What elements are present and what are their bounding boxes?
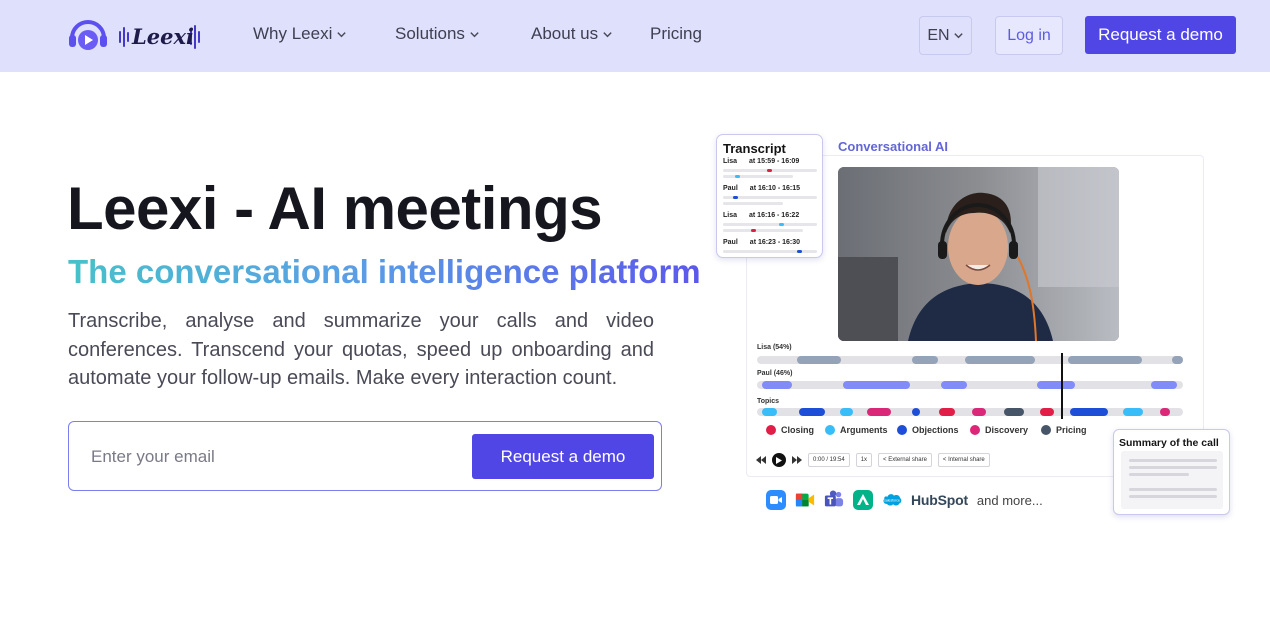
objections-dot-icon	[897, 425, 907, 435]
transcript-time: at 15:59 - 16:09	[749, 158, 800, 165]
aircall-icon	[853, 490, 873, 510]
transcript-speaker: Paul	[723, 185, 738, 192]
rewind-icon[interactable]	[756, 456, 766, 464]
headphones-play-icon: Leexi	[69, 20, 200, 50]
transcript-entry: Lisa at 15:59 - 16:09	[723, 158, 817, 183]
hero-description: Transcribe, analyse and summarize your c…	[68, 310, 654, 389]
svg-text:salesforce: salesforce	[884, 499, 900, 503]
nav-label: Solutions	[395, 24, 465, 43]
speaker-paul-label: Paul (46%)	[757, 370, 793, 377]
language-selector[interactable]: EN	[919, 16, 972, 55]
legend-discovery: Discovery	[970, 425, 1028, 435]
transcript-card: Transcript Lisa at 15:59 - 16:09 Paul at 1…	[716, 134, 823, 258]
salesforce-icon: salesforce	[882, 490, 902, 510]
hubspot-logo: HubSpot	[911, 492, 968, 508]
hero-title: Leexi - AI meetings	[67, 175, 603, 242]
legend-pricing: Pricing	[1041, 425, 1087, 435]
playback-time: 0:00 / 19:54	[808, 453, 850, 467]
nav-label: Pricing	[650, 24, 702, 43]
pricing-dot-icon	[1041, 425, 1051, 435]
legend-label: Arguments	[840, 425, 888, 435]
chevron-down-icon	[337, 31, 347, 37]
more-integrations-label: and more...	[976, 492, 1043, 508]
login-button[interactable]: Log in	[995, 16, 1063, 55]
request-demo-button[interactable]: Request a demo	[1085, 16, 1236, 54]
arguments-dot-icon	[825, 425, 835, 435]
fast-forward-icon[interactable]	[792, 456, 802, 464]
speaker-paul-track	[757, 381, 1183, 389]
nav-why-leexi[interactable]: Why Leexi	[253, 24, 347, 44]
leexi-logo[interactable]: Leexi	[68, 16, 204, 54]
teams-icon	[824, 490, 844, 510]
nav-label: Why Leexi	[253, 24, 333, 43]
integrations-row: salesforce HubSpot and more...	[766, 487, 1043, 513]
brand-name: Leexi	[131, 24, 194, 49]
chevron-down-icon	[603, 31, 612, 37]
play-button[interactable]	[772, 453, 786, 467]
topics-label: Topics	[757, 398, 780, 405]
playback-cursor[interactable]	[1061, 353, 1063, 419]
hero-subtitle: The conversational intelligence platform	[68, 253, 701, 290]
transcript-speaker: Paul	[723, 239, 738, 246]
legend-label: Closing	[781, 425, 814, 435]
external-share-label: External share	[888, 457, 927, 463]
transcript-entry: Paul at 16:23 - 16:30	[723, 239, 817, 264]
chevron-down-icon	[470, 31, 479, 37]
nav-label: About us	[531, 24, 599, 43]
legend-label: Discovery	[985, 425, 1029, 435]
request-demo-submit-button[interactable]: Request a demo	[472, 434, 654, 479]
external-share-button[interactable]: < External share	[878, 453, 932, 467]
zoom-icon	[766, 490, 786, 510]
internal-share-button[interactable]: < Internal share	[937, 453, 990, 467]
transcript-speaker: Lisa	[723, 212, 738, 219]
nav-about-us[interactable]: About us	[531, 24, 613, 44]
transcript-speaker: Lisa	[723, 158, 738, 165]
conversational-ai-label: Conversational AI	[838, 139, 949, 154]
transcript-entry: Lisa at 16:16 - 16:22	[723, 212, 817, 237]
legend-arguments: Arguments	[825, 425, 888, 435]
discovery-dot-icon	[970, 425, 980, 435]
legend-closing: Closing	[766, 425, 814, 435]
transcript-time: at 16:16 - 16:22	[749, 212, 800, 219]
top-navigation-bar: Leexi Why Leexi Solutions About us Prici…	[0, 0, 1270, 72]
email-input[interactable]	[91, 442, 451, 472]
transcript-title: Transcript	[723, 141, 786, 156]
summary-card: Summary of the call	[1113, 429, 1230, 515]
legend-label: Pricing	[1056, 425, 1087, 435]
topics-track	[757, 408, 1183, 416]
play-icon	[776, 456, 782, 464]
closing-dot-icon	[766, 425, 776, 435]
transcript-time: at 16:10 - 16:15	[749, 185, 800, 192]
summary-title: Summary of the call	[1119, 437, 1219, 449]
video-call-preview	[838, 167, 1119, 341]
playback-speed-button[interactable]: 1x	[855, 453, 873, 467]
transcript-time: at 16:23 - 16:30	[749, 239, 800, 246]
google-meet-icon	[795, 490, 815, 510]
video-person-image	[838, 167, 1119, 341]
speaker-lisa-track	[757, 356, 1183, 364]
internal-share-label: Internal share	[948, 457, 985, 463]
speaker-lisa-label: Lisa (54%)	[757, 344, 792, 351]
language-label: EN	[927, 26, 950, 44]
transcript-entry: Paul at 16:10 - 16:15	[723, 185, 817, 210]
nav-pricing[interactable]: Pricing	[650, 24, 702, 44]
legend-objections: Objections	[897, 425, 959, 435]
nav-solutions[interactable]: Solutions	[395, 24, 480, 44]
legend-label: Objections	[912, 425, 959, 435]
email-signup-form: Request a demo	[68, 421, 662, 491]
summary-content	[1121, 451, 1223, 509]
chevron-down-icon	[953, 33, 963, 39]
player-controls: 0:00 / 19:54 1x < External share < Inter…	[756, 452, 990, 468]
